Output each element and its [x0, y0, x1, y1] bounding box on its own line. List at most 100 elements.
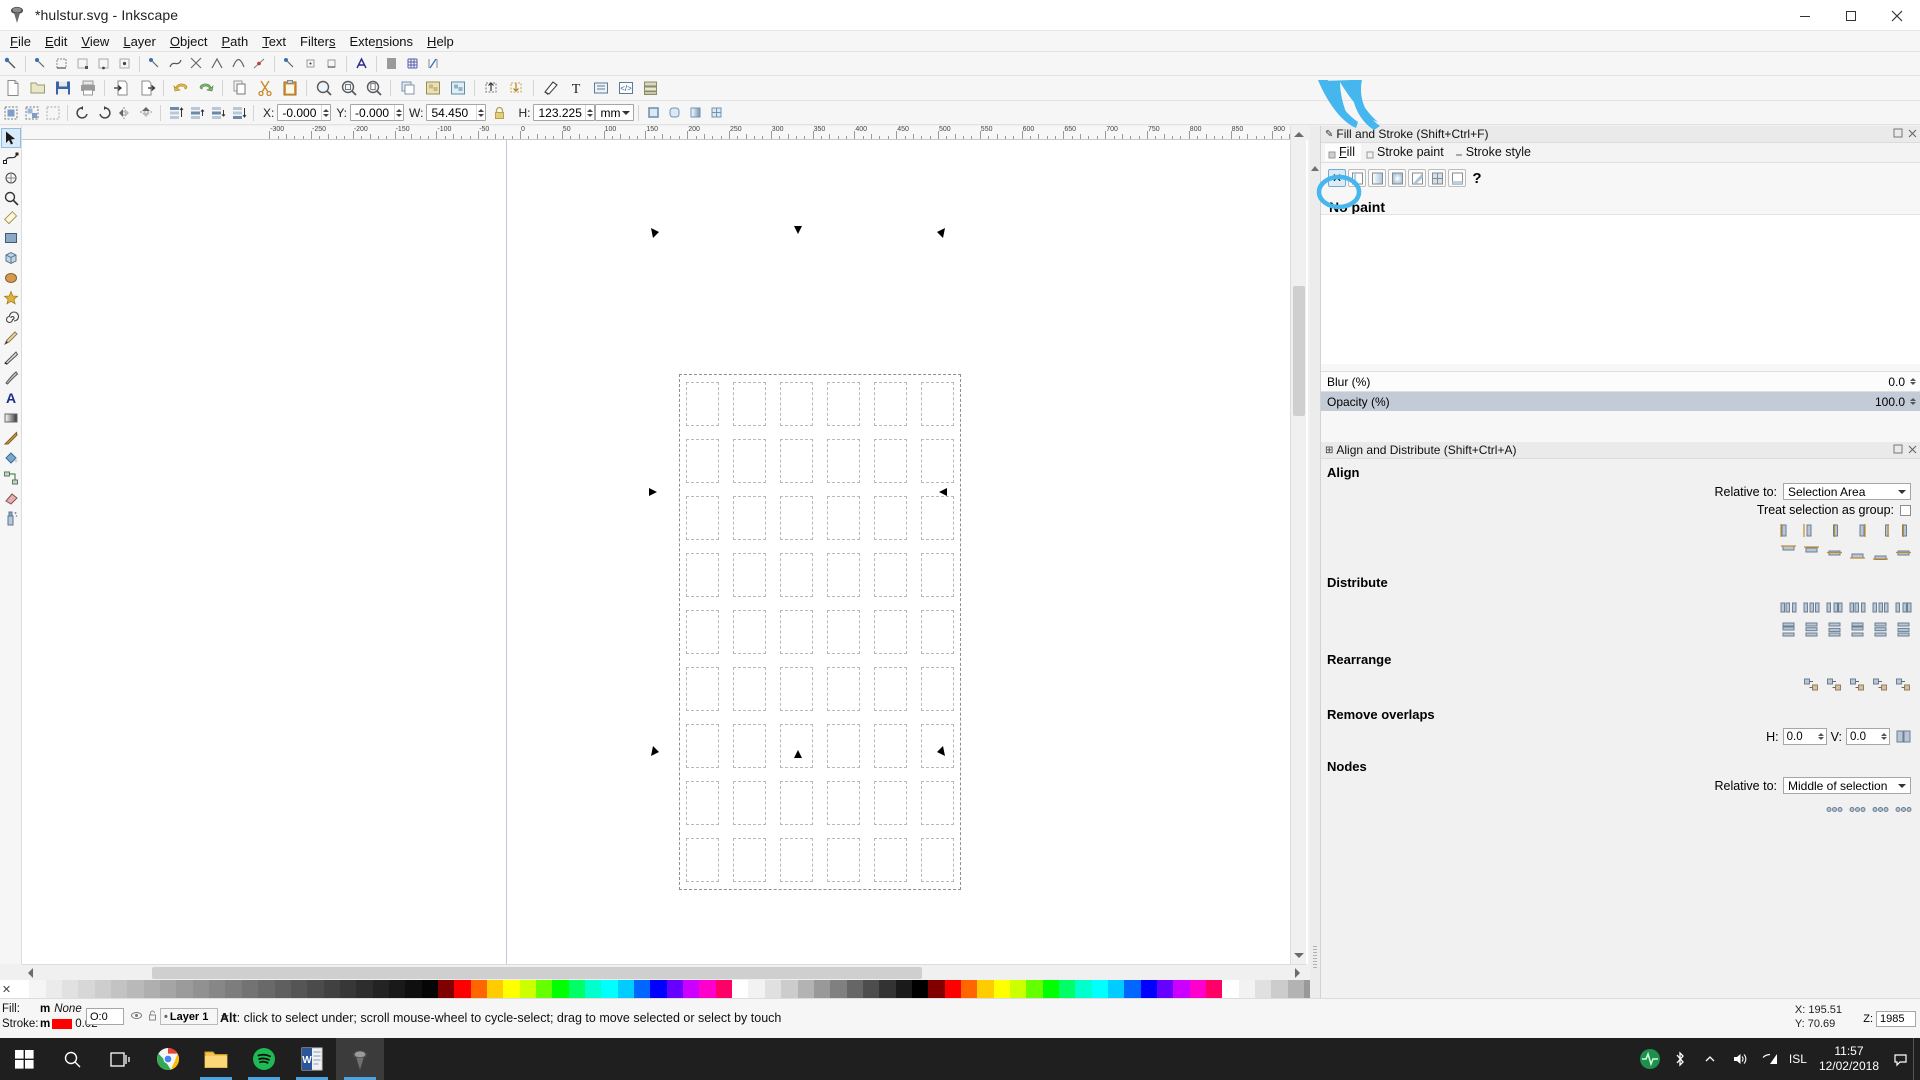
shape-cell[interactable]	[874, 667, 907, 711]
vertical-scroll-thumb[interactable]	[1293, 286, 1305, 416]
task-view-icon[interactable]	[96, 1038, 144, 1080]
palette-swatch[interactable]	[1271, 980, 1288, 998]
palette-swatch[interactable]	[846, 980, 863, 998]
stroke-color-swatch[interactable]	[52, 1018, 73, 1029]
palette-swatch[interactable]	[1091, 980, 1109, 998]
palette-swatch[interactable]	[29, 980, 46, 998]
affect-patterns-icon[interactable]	[707, 103, 726, 122]
palette-swatch[interactable]	[830, 980, 847, 998]
tweak-tool[interactable]	[1, 168, 21, 188]
close-button[interactable]	[1874, 0, 1920, 31]
text-tool-icon[interactable]: T	[564, 77, 587, 100]
windows-start-icon[interactable]	[0, 1038, 48, 1080]
shape-cell[interactable]	[827, 382, 860, 426]
palette-swatch[interactable]	[813, 980, 831, 998]
palette-swatch[interactable]	[127, 980, 144, 998]
chevron-up-icon[interactable]	[1695, 1038, 1725, 1080]
palette-swatch[interactable]	[1075, 980, 1092, 998]
dock-collapse-icon[interactable]	[1311, 166, 1319, 171]
copy-icon[interactable]	[228, 77, 251, 100]
palette-swatch[interactable]	[1189, 980, 1207, 998]
align-bottom-edge-to-top-anchor-icon[interactable]	[1779, 544, 1798, 561]
palette-swatch[interactable]	[683, 980, 700, 998]
minimize-button[interactable]	[1782, 0, 1828, 31]
snap-bbox-center-icon[interactable]	[115, 54, 134, 73]
shape-cell[interactable]	[921, 724, 954, 768]
scroll-left-icon[interactable]	[28, 968, 33, 978]
opacity-stepper[interactable]	[1909, 395, 1917, 409]
shape-cell[interactable]	[733, 439, 766, 483]
shape-cell[interactable]	[874, 724, 907, 768]
shape-cell[interactable]	[827, 439, 860, 483]
palette-swatch[interactable]	[94, 980, 112, 998]
group-icon[interactable]	[421, 77, 444, 100]
exchange-positions-z-order-icon[interactable]	[1825, 676, 1844, 693]
overlap-h-field[interactable]: 0.0	[1782, 728, 1827, 745]
panel-undock-icon[interactable]	[1893, 127, 1903, 141]
y-stepper[interactable]	[394, 105, 403, 120]
palette-swatch[interactable]	[1140, 980, 1158, 998]
y-input[interactable]	[351, 105, 394, 120]
shape-cell[interactable]	[921, 781, 954, 825]
scroll-down-icon[interactable]	[1294, 953, 1304, 958]
align-top-edge-to-bottom-anchor-icon[interactable]	[1871, 544, 1890, 561]
overlap-h-stepper[interactable]	[1817, 733, 1824, 740]
shape-cell[interactable]	[733, 610, 766, 654]
taskbar-word-icon[interactable]: W	[288, 1038, 336, 1080]
zoom-drawing-icon[interactable]	[337, 77, 360, 100]
distribute-gaps-horizontally-icon[interactable]	[1825, 599, 1844, 616]
snap-cusp-node-icon[interactable]	[208, 54, 227, 73]
taskbar-file-explorer-icon[interactable]	[192, 1038, 240, 1080]
palette-swatch[interactable]	[781, 980, 798, 998]
raise-icon[interactable]	[187, 103, 206, 122]
palette-swatch[interactable]	[911, 980, 929, 998]
unit-selector[interactable]: mm	[595, 104, 635, 121]
palette-none-icon[interactable]: ✕	[0, 980, 13, 998]
shape-cell[interactable]	[827, 838, 860, 882]
overlap-v-field[interactable]: 0.0	[1846, 728, 1890, 745]
rectangle-tool[interactable]	[1, 228, 21, 248]
shape-cell[interactable]	[827, 610, 860, 654]
palette-swatch[interactable]	[192, 980, 210, 998]
affect-stroke-width-icon[interactable]	[644, 103, 663, 122]
distribute-centers-horizontally-icon[interactable]	[1802, 599, 1821, 616]
unknown-paint-button[interactable]	[1448, 169, 1466, 187]
palette-swatch[interactable]	[405, 980, 422, 998]
raise-selection-icon[interactable]	[480, 77, 503, 100]
swatch-button[interactable]	[1428, 169, 1446, 187]
zoom-value[interactable]: 1985	[1876, 1011, 1916, 1027]
palette-swatch[interactable]	[944, 980, 961, 998]
eye-icon[interactable]	[131, 1010, 142, 1024]
palette-swatch[interactable]	[339, 980, 357, 998]
shape-cell[interactable]	[780, 439, 813, 483]
calligraphy-tool[interactable]	[1, 368, 21, 388]
palette-swatch[interactable]	[928, 980, 945, 998]
shape-cell[interactable]	[733, 724, 766, 768]
zoom-control[interactable]: Z: 1985	[1863, 1011, 1916, 1027]
dock-grip[interactable]	[1310, 126, 1320, 998]
maximize-button[interactable]	[1828, 0, 1874, 31]
dropper-tool[interactable]	[1, 428, 21, 448]
snap-rotation-center-icon[interactable]	[301, 54, 320, 73]
node-tool[interactable]	[1, 148, 21, 168]
menu-extensions[interactable]: Extensions	[342, 32, 420, 51]
snap-bounding-box-icon[interactable]	[31, 54, 50, 73]
spiral-tool[interactable]	[1, 308, 21, 328]
taskbar-chrome-icon[interactable]	[144, 1038, 192, 1080]
distribute-nodes-vertically-icon[interactable]	[1894, 801, 1913, 818]
snap-page-border-icon[interactable]	[382, 54, 401, 73]
object-properties-icon[interactable]	[589, 77, 612, 100]
xml-editor-icon[interactable]: </>	[614, 77, 637, 100]
snap-bbox-edge-icon[interactable]	[52, 54, 71, 73]
palette-swatch[interactable]	[176, 980, 193, 998]
palette-swatch[interactable]	[290, 980, 308, 998]
align-right-edges-icon[interactable]	[1848, 522, 1867, 539]
remove-overlaps-icon[interactable]	[1894, 728, 1913, 745]
menu-view[interactable]: View	[74, 32, 116, 51]
snap-midpoint-icon[interactable]	[250, 54, 269, 73]
snap-object-center-icon[interactable]	[280, 54, 299, 73]
palette-swatch[interactable]	[470, 980, 487, 998]
palette-swatch[interactable]	[503, 980, 520, 998]
import-icon[interactable]	[110, 77, 133, 100]
palette-swatch[interactable]	[62, 980, 79, 998]
